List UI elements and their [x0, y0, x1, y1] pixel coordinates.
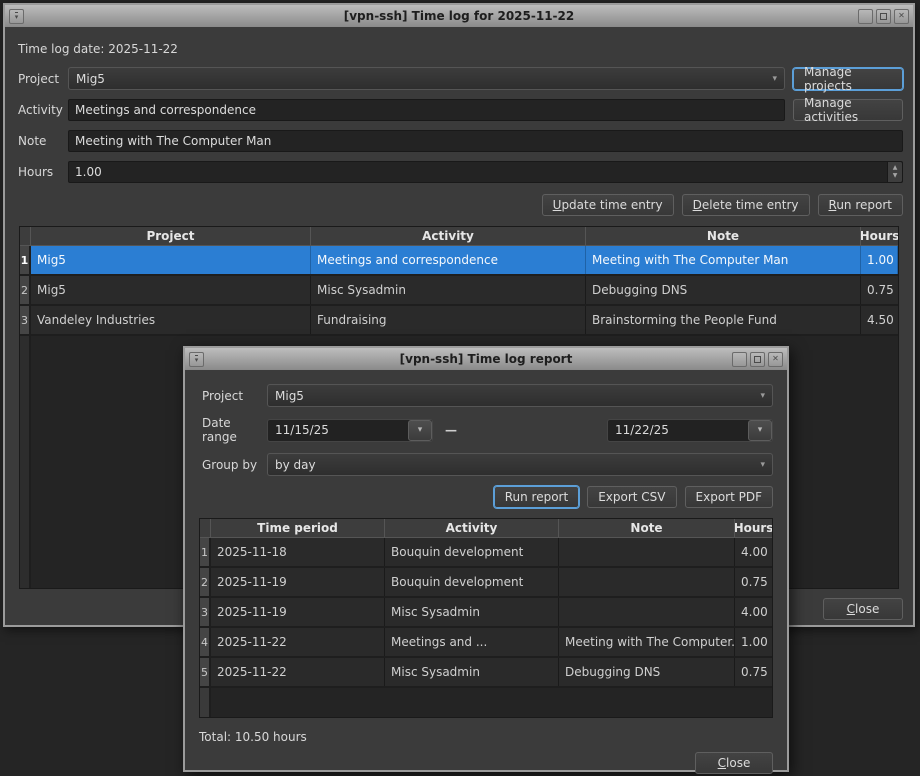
- time-log-report-dialog: ▾ [vpn-ssh] Time log report ✕ Project Mi…: [183, 346, 789, 772]
- close-icon[interactable]: ✕: [768, 352, 783, 367]
- date-range-label: Date range: [199, 416, 267, 444]
- spin-up-icon: ▲: [893, 165, 898, 171]
- export-csv-button[interactable]: Export CSV: [587, 486, 676, 508]
- column-header-activity[interactable]: Activity: [311, 227, 586, 245]
- report-project-label: Project: [199, 389, 267, 403]
- group-by-label: Group by: [199, 458, 267, 472]
- date-to-picker[interactable]: 11/22/25 ▾: [607, 419, 773, 442]
- hours-spinner[interactable]: ▲ ▼: [887, 162, 902, 182]
- report-titlebar[interactable]: ▾ [vpn-ssh] Time log report ✕: [185, 348, 787, 370]
- window-title: [vpn-ssh] Time log for 2025-11-22: [5, 9, 913, 23]
- delete-time-entry-button[interactable]: Delete time entry: [682, 194, 810, 216]
- report-row[interactable]: 4 2025-11-22 Meetings and ... Meeting wi…: [200, 628, 772, 658]
- window-menu-icon[interactable]: ▾: [9, 9, 24, 24]
- column-header-hours[interactable]: Hours: [861, 227, 898, 245]
- report-table: Time period Activity Note Hours 1 2025-1…: [199, 518, 773, 718]
- chevron-down-icon[interactable]: ▾: [748, 420, 772, 441]
- chevron-down-icon[interactable]: ▾: [408, 420, 432, 441]
- date-from-picker[interactable]: 11/15/25 ▾: [267, 419, 433, 442]
- shade-icon[interactable]: [858, 9, 873, 24]
- maximize-icon[interactable]: [876, 9, 891, 24]
- report-run-report-button[interactable]: Run report: [494, 486, 579, 508]
- window-menu-icon[interactable]: ▾: [189, 352, 204, 367]
- project-combobox[interactable]: Mig5 ▾: [68, 67, 785, 90]
- close-icon[interactable]: ✕: [894, 9, 909, 24]
- table-row[interactable]: 3 Vandeley Industries Fundraising Brains…: [20, 306, 898, 336]
- column-header-time-period[interactable]: Time period: [211, 519, 385, 537]
- project-combobox-value: Mig5: [76, 72, 105, 86]
- report-row[interactable]: 1 2025-11-18 Bouquin development 4.00: [200, 538, 772, 568]
- activity-input[interactable]: [68, 99, 785, 121]
- chevron-down-icon: ▾: [760, 391, 765, 401]
- spin-down-icon: ▼: [893, 173, 898, 179]
- note-label: Note: [15, 134, 68, 148]
- dialog-title: [vpn-ssh] Time log report: [185, 352, 787, 366]
- note-input[interactable]: [68, 130, 903, 152]
- column-header-activity[interactable]: Activity: [385, 519, 559, 537]
- report-row[interactable]: 3 2025-11-19 Misc Sysadmin 4.00: [200, 598, 772, 628]
- time-log-date-label: Time log date: 2025-11-22: [18, 42, 903, 56]
- activity-label: Activity: [15, 103, 68, 117]
- report-close-button[interactable]: Close: [695, 752, 773, 774]
- export-pdf-button[interactable]: Export PDF: [685, 486, 773, 508]
- hours-label: Hours: [15, 165, 68, 179]
- close-button[interactable]: Close: [823, 598, 903, 620]
- report-row[interactable]: 2 2025-11-19 Bouquin development 0.75: [200, 568, 772, 598]
- column-header-hours[interactable]: Hours: [735, 519, 772, 537]
- date-range-separator: —: [445, 423, 457, 437]
- group-by-combobox[interactable]: by day ▾: [267, 453, 773, 476]
- chevron-down-icon: ▾: [760, 460, 765, 470]
- table-row[interactable]: 2 Mig5 Misc Sysadmin Debugging DNS 0.75: [20, 276, 898, 306]
- update-time-entry-button[interactable]: Update time entry: [542, 194, 674, 216]
- maximize-icon[interactable]: [750, 352, 765, 367]
- hours-input[interactable]: [68, 161, 903, 183]
- column-header-note[interactable]: Note: [559, 519, 735, 537]
- column-header-note[interactable]: Note: [586, 227, 861, 245]
- time-log-titlebar[interactable]: ▾ [vpn-ssh] Time log for 2025-11-22 ✕: [5, 5, 913, 27]
- run-report-button[interactable]: Run report: [818, 194, 904, 216]
- table-row[interactable]: 1 Mig5 Meetings and correspondence Meeti…: [20, 246, 898, 276]
- shade-icon[interactable]: [732, 352, 747, 367]
- column-header-project[interactable]: Project: [31, 227, 311, 245]
- manage-projects-button[interactable]: Manage projects: [793, 68, 903, 90]
- project-label: Project: [15, 72, 68, 86]
- manage-activities-button[interactable]: Manage activities: [793, 99, 903, 121]
- chevron-down-icon: ▾: [772, 74, 777, 84]
- report-project-combobox[interactable]: Mig5 ▾: [267, 384, 773, 407]
- total-hours-label: Total: 10.50 hours: [199, 730, 773, 744]
- report-row[interactable]: 5 2025-11-22 Misc Sysadmin Debugging DNS…: [200, 658, 772, 688]
